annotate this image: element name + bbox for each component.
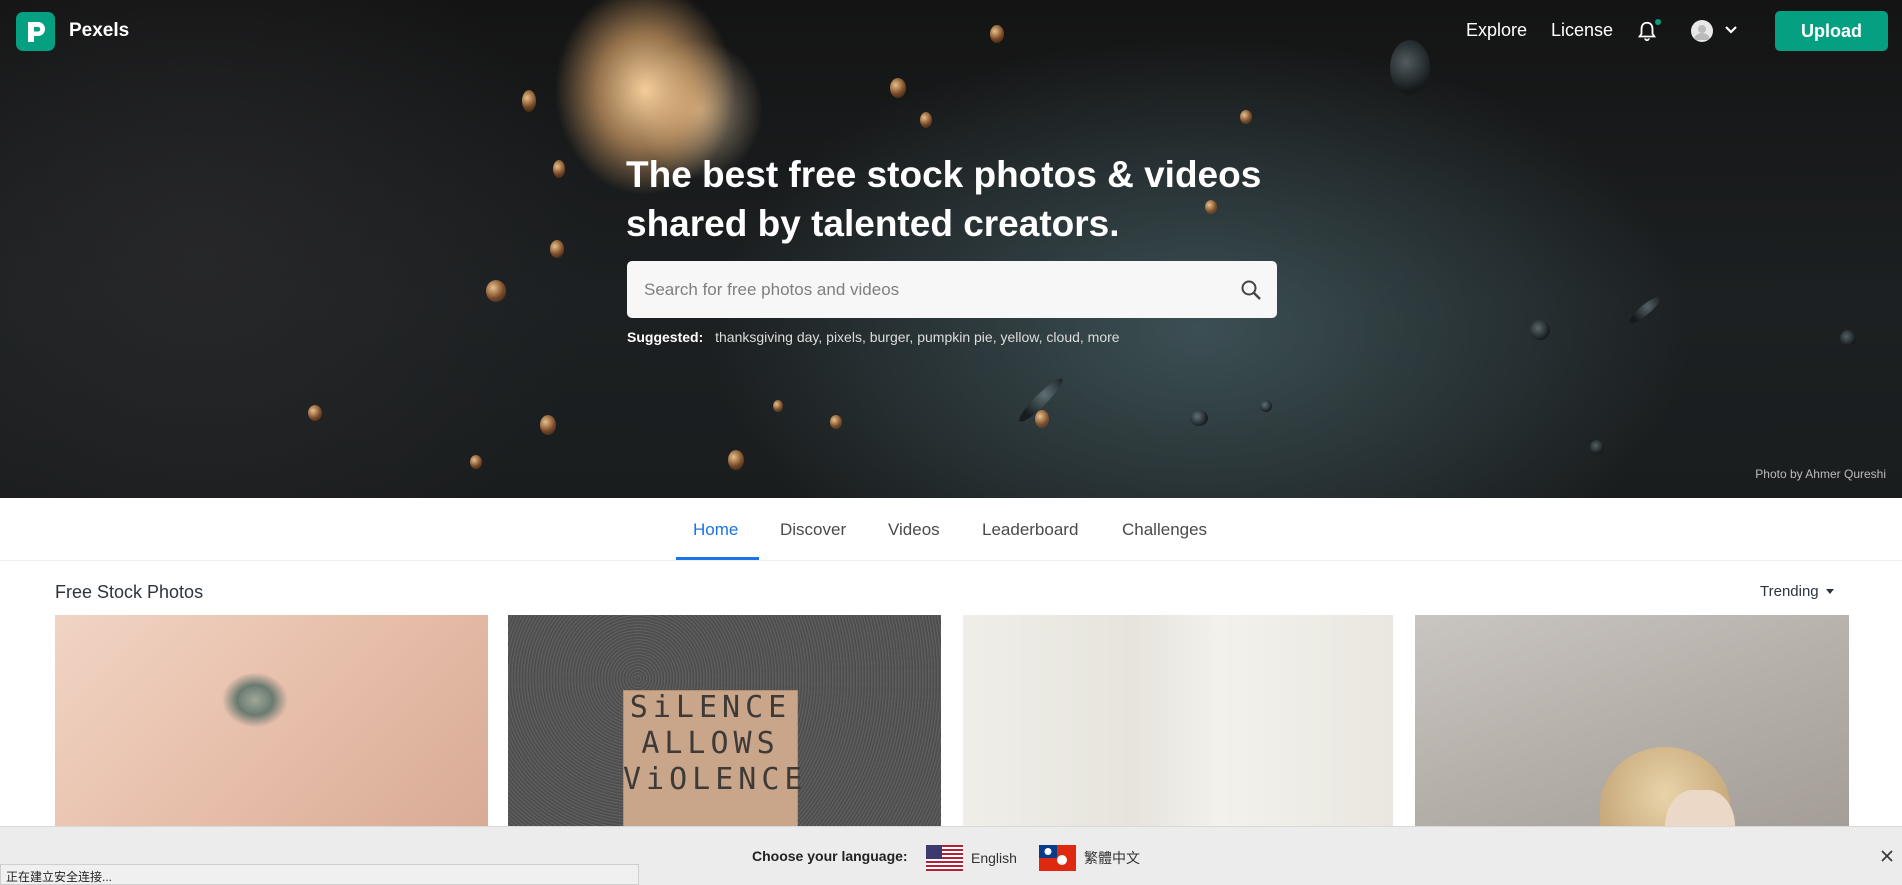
upload-button[interactable]: Upload [1775, 11, 1888, 51]
suggested-tag[interactable]: pixels, [826, 329, 866, 345]
language-option-chinese[interactable]: 繁體中文 [1039, 845, 1140, 871]
suggested-tag[interactable]: pumpkin pie, [917, 329, 996, 345]
hero-title: The best free stock photos & videos shar… [626, 154, 1262, 244]
sign-line: ALLOWS [641, 726, 780, 761]
language-english-label: English [971, 850, 1017, 866]
photo-card[interactable] [1415, 615, 1849, 827]
language-option-english[interactable]: English [926, 845, 1017, 871]
sign-line: ViOLENCE [623, 762, 808, 797]
close-icon[interactable] [1879, 848, 1895, 864]
photo-card[interactable] [963, 615, 1393, 827]
us-flag-icon [926, 845, 963, 871]
search-input[interactable] [627, 261, 1217, 318]
section-title: Free Stock Photos [55, 582, 204, 602]
avatar[interactable] [1691, 20, 1713, 42]
notification-dot [1655, 19, 1661, 25]
browser-status-bar: 正在建立安全连接... [0, 864, 639, 885]
tab-challenges[interactable]: Challenges [1122, 520, 1207, 540]
suggested-more[interactable]: more [1088, 329, 1120, 345]
suggested-tag[interactable]: yellow, [1001, 329, 1043, 345]
nav-explore[interactable]: Explore [1466, 20, 1527, 41]
tab-home[interactable]: Home [693, 520, 738, 540]
nav-license[interactable]: License [1551, 20, 1613, 41]
photo-card[interactable] [55, 615, 488, 827]
sign-line: SiLENCE [629, 690, 792, 725]
suggested-searches: Suggested: thanksgiving day, pixels, bur… [627, 329, 1120, 345]
suggested-tag[interactable]: burger, [870, 329, 914, 345]
photo-card[interactable]: SiLENCE ALLOWS ViOLENCE [508, 615, 941, 827]
tab-videos[interactable]: Videos [888, 520, 940, 540]
search-bar [627, 261, 1277, 318]
language-chinese-label: 繁體中文 [1084, 850, 1140, 866]
language-label: Choose your language: [752, 848, 908, 864]
search-icon[interactable] [1239, 278, 1263, 302]
pexels-logo-icon[interactable] [16, 12, 55, 51]
photo-credit[interactable]: Photo by Ahmer Qureshi [1755, 467, 1886, 481]
caret-down-icon[interactable] [1826, 589, 1834, 594]
hk-flag-icon [1039, 845, 1076, 871]
section-tabs: Home Discover Videos Leaderboard Challen… [0, 498, 1902, 561]
tab-leaderboard[interactable]: Leaderboard [982, 520, 1078, 540]
cardboard-sign: SiLENCE ALLOWS ViOLENCE [623, 690, 808, 827]
top-navbar: Pexels Explore License Upload [0, 0, 1902, 64]
brand-name[interactable]: Pexels [69, 20, 129, 42]
hero-banner [0, 0, 1902, 498]
active-tab-indicator [676, 557, 759, 560]
tab-discover[interactable]: Discover [780, 520, 846, 540]
suggested-tag[interactable]: thanksgiving day, [715, 329, 822, 345]
suggested-tag[interactable]: cloud, [1046, 329, 1083, 345]
chevron-down-icon[interactable] [1723, 22, 1739, 38]
sort-dropdown[interactable]: Trending [1760, 583, 1819, 600]
suggested-label: Suggested: [627, 329, 704, 345]
